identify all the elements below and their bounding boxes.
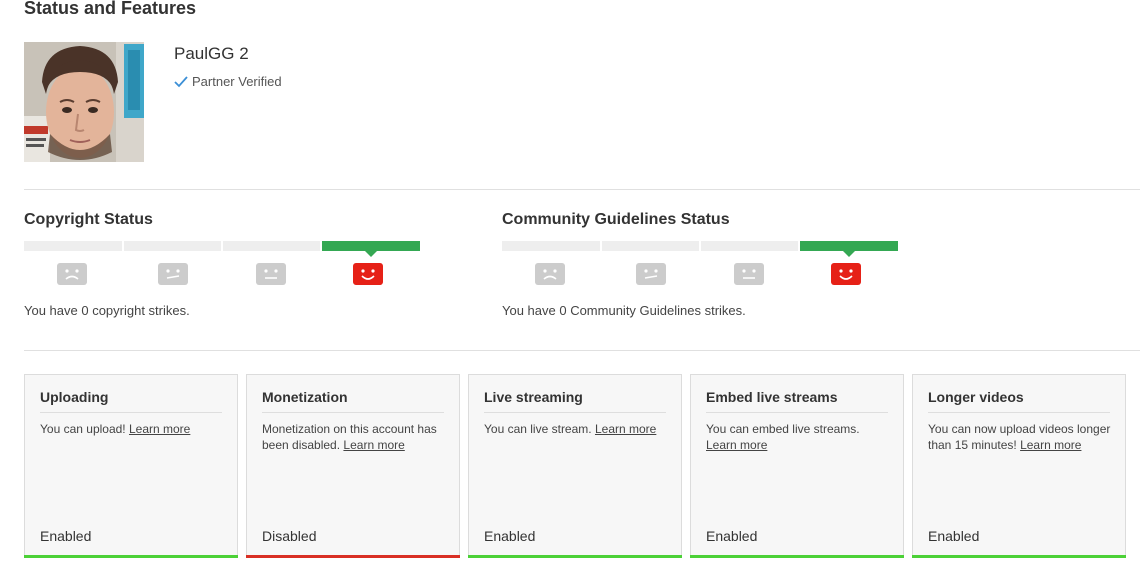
strike-segment <box>24 241 122 251</box>
learn-more-link[interactable]: Learn more <box>706 438 767 452</box>
card-divider <box>484 412 666 413</box>
feature-state: Enabled <box>40 528 92 544</box>
verified-label: Partner Verified <box>192 74 282 89</box>
card-divider <box>706 412 888 413</box>
status-indicator-bar <box>468 555 682 558</box>
status-indicator-bar <box>690 555 904 558</box>
divider <box>24 189 1140 190</box>
copyright-status: Copyright Status You have 0 copyright st… <box>24 211 424 318</box>
strike-segment <box>701 241 798 251</box>
skeptical-face-icon <box>158 263 188 285</box>
skeptical-face-icon <box>636 263 666 285</box>
feature-card-embed-live-streams: Embed live streams You can embed live st… <box>690 374 904 558</box>
strike-segment <box>502 241 600 251</box>
learn-more-link[interactable]: Learn more <box>343 438 404 452</box>
feature-title: Embed live streams <box>706 389 838 405</box>
channel-name: PaulGG 2 <box>174 44 249 63</box>
avatar-image <box>24 42 144 162</box>
happy-face-icon <box>353 263 383 285</box>
happy-face-icon <box>831 263 861 285</box>
feature-title: Uploading <box>40 389 109 405</box>
copyright-strikes-text: You have 0 copyright strikes. <box>24 303 190 318</box>
checkmark-icon <box>174 75 188 87</box>
feature-state: Enabled <box>484 528 536 544</box>
feature-title: Live streaming <box>484 389 583 405</box>
strike-segment-active <box>800 241 898 257</box>
feature-card-longer-videos: Longer videos You can now upload videos … <box>912 374 1126 558</box>
strike-segment <box>602 241 699 251</box>
feature-description: You can embed live streams. Learn more <box>706 421 891 453</box>
status-indicator-bar <box>246 555 460 558</box>
sad-face-icon <box>57 263 87 285</box>
status-indicator-bar <box>912 555 1126 558</box>
feature-description: You can upload! Learn more <box>40 421 225 437</box>
card-divider <box>928 412 1110 413</box>
learn-more-link[interactable]: Learn more <box>1020 438 1081 452</box>
feature-description-text: You can upload! <box>40 422 126 436</box>
community-strikes-text: You have 0 Community Guidelines strikes. <box>502 303 746 318</box>
feature-state: Enabled <box>706 528 758 544</box>
feature-title: Monetization <box>262 389 348 405</box>
feature-card-live-streaming: Live streaming You can live stream. Lear… <box>468 374 682 558</box>
feature-description: You can now upload videos longer than 15… <box>928 421 1113 453</box>
feature-description: Monetization on this account has been di… <box>262 421 447 453</box>
feature-card-monetization: Monetization Monetization on this accoun… <box>246 374 460 558</box>
neutral-face-icon <box>734 263 764 285</box>
avatar[interactable] <box>24 42 144 162</box>
card-divider <box>40 412 222 413</box>
feature-description: You can live stream. Learn more <box>484 421 669 437</box>
feature-description-text: You can embed live streams. <box>706 422 860 436</box>
copyright-strike-bar <box>24 241 424 285</box>
strike-segment <box>124 241 221 251</box>
community-status-title: Community Guidelines Status <box>502 211 730 228</box>
sad-face-icon <box>535 263 565 285</box>
strike-segment <box>223 241 320 251</box>
feature-card-uploading: Uploading You can upload! Learn more Ena… <box>24 374 238 558</box>
learn-more-link[interactable]: Learn more <box>129 422 190 436</box>
community-guidelines-status: Community Guidelines Status You have 0 C… <box>502 211 902 318</box>
feature-title: Longer videos <box>928 389 1024 405</box>
page-title: Status and Features <box>24 0 197 18</box>
verified-status: Partner Verified <box>174 74 282 89</box>
divider <box>24 350 1140 351</box>
neutral-face-icon <box>256 263 286 285</box>
feature-state: Disabled <box>262 528 317 544</box>
feature-state: Enabled <box>928 528 980 544</box>
card-divider <box>262 412 444 413</box>
status-indicator-bar <box>24 555 238 558</box>
feature-description-text: You can live stream. <box>484 422 592 436</box>
strike-segment-active <box>322 241 420 257</box>
learn-more-link[interactable]: Learn more <box>595 422 656 436</box>
copyright-status-title: Copyright Status <box>24 211 153 228</box>
community-strike-bar <box>502 241 902 285</box>
